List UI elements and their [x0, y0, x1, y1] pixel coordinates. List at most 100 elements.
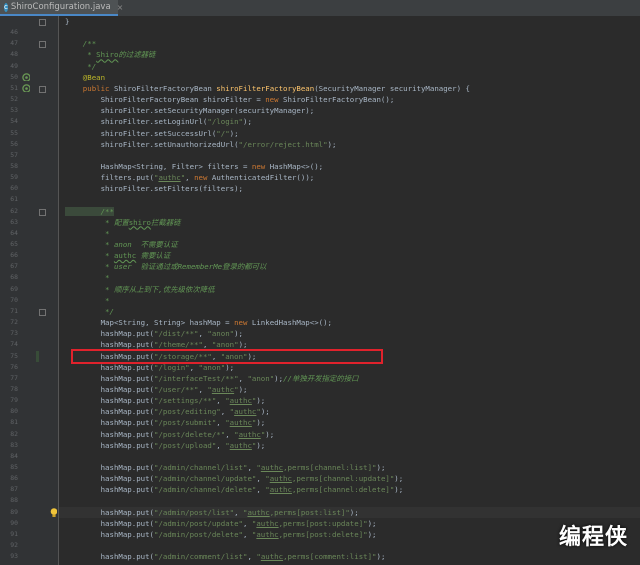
code-line: */: [65, 61, 96, 72]
line-number: 83: [10, 440, 18, 449]
code-token: * user 验证通过或RememberMe登录的都可以: [65, 262, 267, 272]
code-line: Map<String, String> hashMap = new Linked…: [65, 317, 332, 328]
code-token: );: [394, 485, 404, 495]
code-line: hashMap.put("/admin/post/update", "authc…: [65, 518, 377, 529]
close-tab-icon[interactable]: ×: [117, 3, 124, 12]
code-line: hashMap.put("/admin/channel/list", "auth…: [65, 462, 386, 473]
code-token: );: [376, 552, 386, 562]
code-token: *: [65, 50, 97, 60]
code-token: public: [65, 83, 114, 93]
line-number: 72: [10, 318, 18, 327]
code-token: );: [274, 373, 284, 383]
code-line: hashMap.put("/post/upload", "authc");: [65, 440, 266, 451]
code-token: );: [376, 463, 386, 472]
line-number: 62: [10, 206, 18, 215]
fold-toggle-icon[interactable]: [39, 41, 46, 49]
line-number: 93: [10, 552, 18, 561]
code-line: shiroFilter.setLoginUrl("/login");: [65, 116, 252, 127]
tab-shiro-configuration[interactable]: c ShiroConfiguration.java ×: [0, 0, 123, 16]
code-line: hashMap.put("/admin/channel/delete", "au…: [65, 484, 404, 495]
code-line: hashMap.put("/admin/comment/list", "auth…: [65, 551, 386, 562]
code-token: ,: [243, 518, 252, 528]
code-token: "/post/editing": [154, 407, 221, 417]
lightbulb-icon[interactable]: [50, 507, 57, 517]
tab-label: ShiroConfiguration.java: [10, 2, 111, 12]
line-number: 46: [10, 28, 18, 37]
code-token: /**: [65, 39, 97, 49]
code-line: *: [65, 272, 109, 283]
code-token: }: [65, 17, 70, 26]
code-token: );: [234, 329, 244, 339]
code-token: shiro: [128, 217, 151, 227]
code-token: ,perms[comment:list]": [283, 552, 377, 562]
code-editor[interactable]: } /** * Shiro的过滤器链 */ @Bean public Shiro…: [59, 16, 640, 565]
code-token: "/admin/channel/list": [154, 463, 248, 472]
line-number: 81: [10, 418, 18, 427]
code-token: ,: [256, 474, 266, 484]
code-token: ,perms[channel:list]": [283, 463, 377, 472]
override-method-icon[interactable]: [22, 84, 30, 92]
code-token: ,: [220, 407, 230, 417]
code-line: * Shiro的过滤器链: [65, 49, 155, 60]
code-token: );: [225, 362, 235, 372]
code-token: hashMap.put(: [65, 362, 154, 372]
line-number: 89: [10, 507, 18, 516]
code-token: 拦截器链: [150, 217, 181, 227]
fold-toggle-icon[interactable]: [39, 208, 46, 216]
line-number: 76: [10, 362, 18, 371]
code-token: hashMap.put(: [65, 529, 154, 539]
highlight-annotation-box: [71, 348, 383, 364]
line-number: 61: [10, 195, 18, 204]
code-token: new: [265, 95, 284, 105]
code-token: );: [367, 518, 377, 528]
code-token: hashMap.put(: [65, 440, 154, 450]
code-token: 需要认证: [136, 251, 171, 261]
code-line: hashMap.put("/admin/channel/update", "au…: [65, 473, 404, 484]
code-token: );: [238, 384, 248, 394]
code-token: LinkedHashMap<>();: [251, 318, 332, 328]
line-number: 66: [10, 251, 18, 260]
fold-toggle-icon[interactable]: [39, 85, 46, 93]
code-token: */: [65, 61, 97, 71]
line-number: 77: [10, 373, 18, 382]
code-line: *: [65, 228, 109, 239]
line-number: 63: [10, 217, 18, 226]
code-token: );: [229, 128, 239, 138]
line-number: 70: [10, 295, 18, 304]
code-token: ,perms[post:update]": [278, 518, 368, 528]
code-token: authc: [269, 485, 292, 495]
code-token: authc: [234, 407, 257, 417]
fold-toggle-icon[interactable]: [39, 308, 46, 316]
code-line: hashMap.put("/post/submit", "authc");: [65, 417, 266, 428]
line-number: 86: [10, 474, 18, 483]
code-token: authc: [260, 552, 284, 562]
code-token: "/error/reject.html": [238, 139, 328, 149]
line-number: 60: [10, 184, 18, 193]
code-line: * 配置shiro拦截器链: [65, 217, 181, 228]
code-token: new: [234, 318, 252, 328]
line-number: 59: [10, 173, 18, 182]
line-number: 68: [10, 273, 18, 282]
code-token: authc: [211, 384, 235, 394]
code-token: *: [65, 295, 110, 305]
code-token: ,: [185, 173, 195, 183]
spring-bean-icon[interactable]: [22, 73, 30, 81]
code-line: * user 验证通过或RememberMe登录的都可以: [65, 261, 266, 272]
code-line: hashMap.put("/interfaceTest/**", "anon")…: [65, 373, 359, 384]
code-token: );: [327, 139, 337, 149]
code-token: hashMap.put(: [65, 407, 154, 417]
code-token: authc: [229, 396, 252, 406]
code-line: shiroFilter.setUnauthorizedUrl("/error/r…: [65, 139, 337, 150]
line-number: 84: [10, 451, 18, 460]
code-token: "/login": [154, 362, 190, 372]
code-token: "/user/**": [154, 384, 199, 394]
code-token: );: [256, 418, 266, 428]
code-line: /**: [65, 206, 114, 217]
fold-toggle-icon[interactable]: [39, 19, 46, 26]
line-number: 51: [10, 83, 18, 92]
line-number: 48: [10, 50, 18, 59]
code-token: ,: [216, 418, 226, 428]
line-number: 71: [10, 306, 18, 315]
code-token: ,: [234, 507, 243, 517]
code-token: "/login": [207, 117, 243, 127]
